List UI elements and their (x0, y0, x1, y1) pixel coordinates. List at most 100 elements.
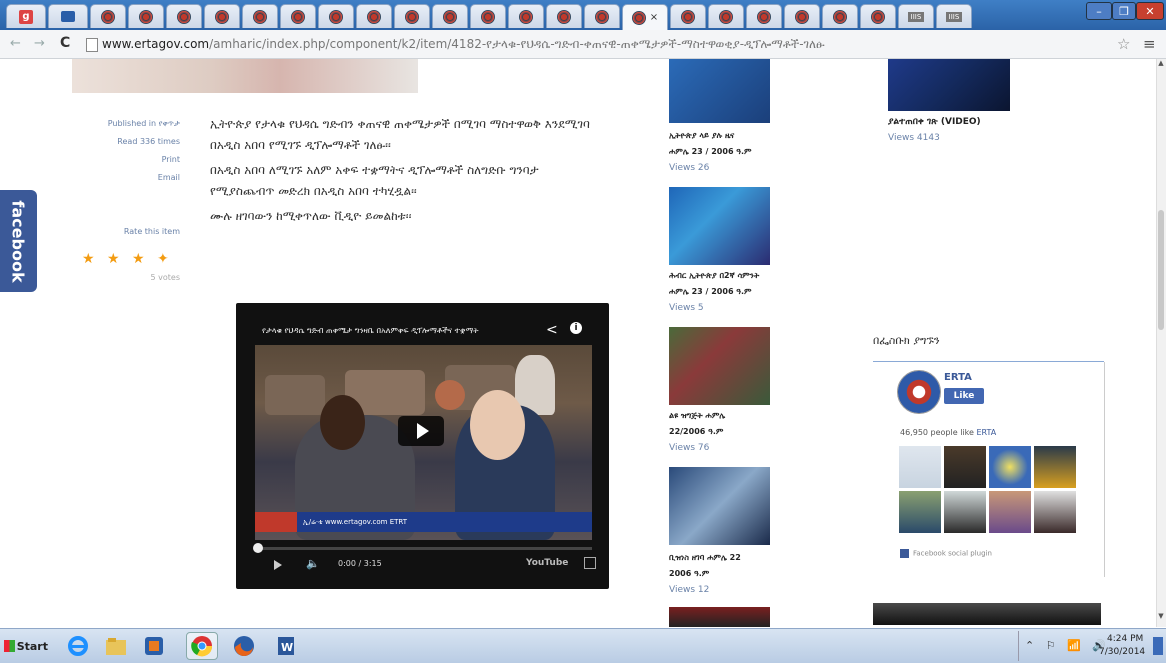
browser-tab[interactable] (822, 4, 858, 28)
browser-tab[interactable] (318, 4, 354, 28)
facebook-fan-avatar[interactable] (989, 491, 1031, 533)
browser-tab[interactable] (280, 4, 316, 28)
related-title[interactable]: ልዩ ዝግጅት ሐምሌ (669, 411, 725, 421)
browser-tab[interactable] (128, 4, 164, 28)
clock-time[interactable]: 4:24 PM (1107, 634, 1143, 644)
related-date: ሐምሌ 23 / 2006 ዓ.ም (669, 287, 752, 296)
ie-icon[interactable] (62, 632, 94, 660)
maximize-button[interactable]: ❐ (1112, 2, 1136, 20)
browser-tab[interactable] (204, 4, 240, 28)
play-button[interactable] (398, 416, 444, 446)
related-title[interactable]: ኢትዮጵያ ላይ ያሉ ዜና (669, 131, 734, 141)
related-title[interactable]: ሕብር ኢትዮጵያ በ2ኛ ሳምንት (669, 271, 759, 281)
show-desktop-button[interactable] (1153, 637, 1163, 655)
facebook-like-button[interactable]: Like (944, 388, 984, 404)
print-link[interactable]: Print (162, 155, 180, 164)
browser-tab[interactable]: IIIS (898, 4, 934, 28)
explorer-icon[interactable] (100, 632, 132, 660)
facebook-fan-avatar[interactable] (944, 491, 986, 533)
back-button[interactable]: ← (10, 36, 21, 51)
related-title[interactable]: ቢዝነስ ዘገባ ሐምሌ 22 (669, 553, 741, 563)
browser-tab[interactable] (546, 4, 582, 28)
word-icon[interactable]: W (270, 632, 302, 660)
clock-date[interactable]: 7/30/2014 (1099, 647, 1145, 657)
erta-icon (595, 9, 609, 24)
browser-tab[interactable] (432, 4, 468, 28)
close-button[interactable]: ✕ (1136, 2, 1164, 20)
media-player-icon[interactable] (138, 632, 170, 660)
minimize-button[interactable]: – (1086, 2, 1112, 20)
erta-icon (681, 9, 695, 24)
video-title[interactable]: የታላቁ የህዳሴ ግድብ ጠቀሜታ ግንዛቤ በአለምቀፍ ዲፕሎማቶችና ተ… (262, 326, 537, 336)
browser-tab[interactable] (670, 4, 706, 28)
browser-tab[interactable] (90, 4, 126, 28)
like-count-link[interactable]: ERTA (976, 428, 996, 437)
related-views: Views 76 (669, 443, 710, 453)
video-progress-bar[interactable] (255, 547, 592, 550)
browser-tab[interactable] (470, 4, 506, 28)
box-icon: IIIS (946, 11, 962, 22)
bookmark-star-icon[interactable]: ☆ (1117, 35, 1130, 53)
email-link[interactable]: Email (158, 173, 180, 182)
reload-button[interactable]: C (60, 35, 70, 51)
facebook-fan-avatar[interactable] (944, 446, 986, 488)
facebook-side-tab[interactable]: facebook (0, 190, 37, 292)
facebook-page-name[interactable]: ERTA (944, 372, 972, 383)
erta-logo[interactable] (897, 370, 941, 414)
tab-close-icon[interactable]: × (650, 12, 658, 23)
browser-tab[interactable] (784, 4, 820, 28)
share-icon[interactable]: < (546, 322, 558, 338)
info-icon[interactable]: i (570, 322, 582, 334)
related-thumbnail[interactable] (669, 59, 770, 123)
published-in[interactable]: Published in የቀጥታ (108, 119, 180, 129)
forward-button[interactable]: → (34, 36, 45, 51)
scroll-up-arrow-icon[interactable]: ▲ (1156, 59, 1166, 69)
browser-tab[interactable]: g (6, 4, 46, 28)
related-thumbnail[interactable] (669, 607, 770, 627)
chrome-icon[interactable] (186, 632, 218, 660)
start-label: Start (16, 639, 48, 653)
start-button[interactable]: Start (4, 635, 48, 657)
browser-tab[interactable] (48, 4, 88, 28)
right-video-thumbnail[interactable] (888, 59, 1010, 111)
facebook-heading: በፌስቡክ ያግኙን (873, 334, 940, 347)
facebook-fan-avatar[interactable] (1034, 446, 1076, 488)
chrome-menu-icon[interactable]: ≡ (1143, 35, 1156, 53)
related-thumbnail[interactable] (669, 327, 770, 405)
right-video-title[interactable]: ያልተጠበቀ ገጽ (VIDEO) (888, 117, 981, 127)
browser-tab[interactable] (356, 4, 392, 28)
related-thumbnail[interactable] (669, 187, 770, 265)
firefox-icon[interactable] (228, 632, 260, 660)
browser-tab[interactable] (708, 4, 744, 28)
browser-tab[interactable] (584, 4, 620, 28)
rating-stars[interactable]: ★ ★ ★ ✦ (82, 251, 173, 267)
scroll-thumb[interactable] (1158, 210, 1164, 330)
article-paragraph: ኢትዮጵያ የታላቁ የህዳሴ ግድብን ቀጠናዊ ጠቀሜታዎች በሚገባ ማስ… (210, 117, 590, 152)
page-scrollbar[interactable] (1156, 59, 1166, 627)
facebook-fan-avatar[interactable] (899, 491, 941, 533)
youtube-logo[interactable]: YouTube (526, 558, 568, 568)
address-bar[interactable]: www.ertagov.com/amharic/index.php/compon… (102, 37, 902, 52)
scroll-down-arrow-icon[interactable]: ▼ (1156, 612, 1166, 622)
play-icon[interactable] (274, 560, 282, 570)
facebook-plugin-footer[interactable]: Facebook social plugin (900, 549, 992, 558)
tray-icons[interactable]: ⌃ ⚐ 📶 🔊 (1025, 639, 1110, 652)
video-time: 0:00 / 3:15 (338, 559, 382, 568)
browser-tab[interactable] (394, 4, 430, 28)
facebook-fan-avatar[interactable] (989, 446, 1031, 488)
related-thumbnail[interactable] (669, 467, 770, 545)
gmail-icon (61, 11, 75, 22)
facebook-fan-avatar[interactable] (899, 446, 941, 488)
browser-tab[interactable] (746, 4, 782, 28)
browser-tab[interactable] (242, 4, 278, 28)
facebook-fan-avatar[interactable] (1034, 491, 1076, 533)
browser-tab[interactable] (508, 4, 544, 28)
volume-icon[interactable]: 🔈 (306, 557, 320, 570)
browser-tab[interactable] (860, 4, 896, 28)
fullscreen-icon[interactable] (584, 557, 596, 569)
browser-tab[interactable] (166, 4, 202, 28)
right-video-views: Views 4143 (888, 133, 940, 143)
video-progress-knob[interactable] (253, 543, 263, 553)
active-browser-tab[interactable]: × (622, 4, 668, 30)
browser-tab[interactable]: IIIS (936, 4, 972, 28)
